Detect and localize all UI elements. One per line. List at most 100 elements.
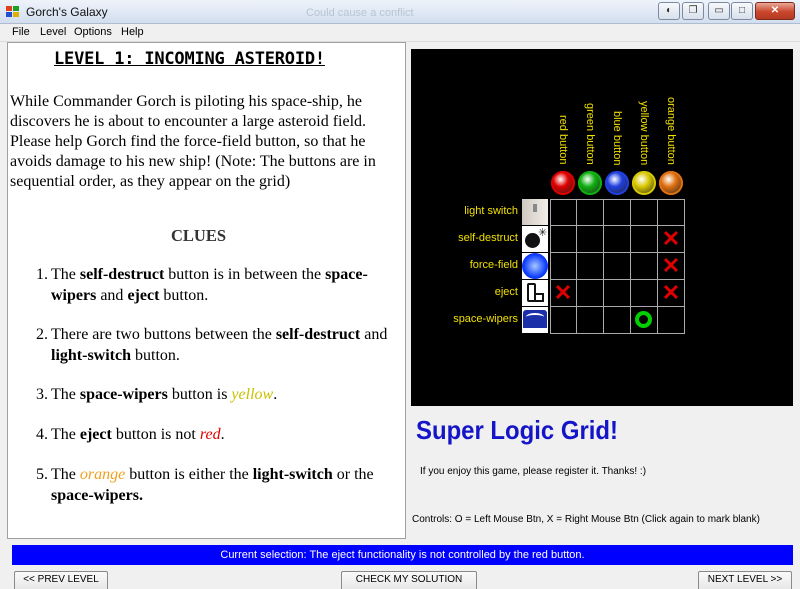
- circle-mark-icon: [635, 311, 652, 328]
- menu-file[interactable]: File: [12, 26, 30, 38]
- grid-cell[interactable]: [550, 226, 577, 253]
- grid-cell[interactable]: [658, 307, 685, 334]
- grid-cell[interactable]: [577, 280, 604, 307]
- bomb-icon: ✳: [522, 226, 548, 252]
- space-wipers-icon: [522, 307, 548, 333]
- register-message: If you enjoy this game, please register …: [420, 466, 647, 477]
- puzzle-description-panel: LEVEL 1: INCOMING ASTEROID! While Comman…: [7, 42, 406, 539]
- clue-fragment: button.: [131, 347, 180, 364]
- light-switch-icon: [522, 199, 548, 225]
- grid-cell[interactable]: [631, 226, 658, 253]
- grid-cell[interactable]: [631, 199, 658, 226]
- clue-fragment: and: [96, 287, 128, 304]
- cross-mark-icon: ✕: [553, 280, 573, 305]
- check-solution-button[interactable]: CHECK MY SOLUTION: [341, 571, 477, 589]
- clue-number: 2.: [36, 326, 48, 343]
- clue-fragment: The: [51, 266, 80, 283]
- clue-fragment: and: [360, 326, 388, 343]
- color-button-icon: [659, 171, 683, 195]
- grid-cell[interactable]: [550, 307, 577, 334]
- app-icon: [6, 6, 20, 18]
- minimize-button[interactable]: ▭: [708, 2, 730, 20]
- next-level-button[interactable]: NEXT LEVEL >>: [698, 571, 792, 589]
- color-button-icon: [632, 171, 656, 195]
- grid-cell[interactable]: [631, 280, 658, 307]
- bottom-button-bar: << PREV LEVEL CHECK MY SOLUTION NEXT LEV…: [0, 568, 800, 589]
- grid-row-label: light switch: [464, 205, 518, 217]
- maximize-button[interactable]: □: [731, 2, 753, 20]
- clue-text: The space-wipers button is yellow.: [51, 384, 391, 405]
- window-title: Gorch's Galaxy: [26, 5, 108, 19]
- grid-cell[interactable]: [550, 199, 577, 226]
- grid-cell[interactable]: [631, 307, 658, 334]
- brand-title: Super Logic Grid!: [416, 415, 619, 445]
- clue-keyword: self-destruct: [79, 266, 165, 283]
- force-field-icon: [522, 253, 548, 279]
- clue-fragment: The: [51, 386, 80, 403]
- color-button-icon: [605, 171, 629, 195]
- grid-cell[interactable]: ✕: [658, 253, 685, 280]
- cross-mark-icon: ✕: [661, 226, 681, 251]
- clue-keyword: light-switch: [252, 466, 333, 483]
- color-button-icon: [551, 171, 575, 195]
- clues-heading: CLUES: [171, 226, 227, 245]
- grid-row-label: eject: [494, 286, 518, 298]
- grid-column-label: green button: [584, 103, 596, 165]
- grid-cell[interactable]: [658, 199, 685, 226]
- grid-cell[interactable]: [577, 226, 604, 253]
- clue-text: The orange button is either the light-sw…: [51, 464, 391, 506]
- view-toggle-icon[interactable]: ◐: [658, 2, 680, 20]
- current-selection-status: Current selection: The eject functionali…: [12, 545, 793, 565]
- clue-text: The self-destruct button is in between t…: [51, 264, 391, 306]
- grid-column-label: yellow button: [638, 100, 650, 165]
- eject-seat-icon: [522, 280, 548, 306]
- clue-fragment: .: [273, 386, 278, 403]
- menu-help[interactable]: Help: [121, 26, 144, 38]
- grid-cell[interactable]: [550, 253, 577, 280]
- clue-color-red: red: [199, 426, 221, 443]
- clue-fragment: button is: [167, 386, 232, 403]
- clue-color-yellow: yellow: [231, 386, 274, 403]
- grid-cell[interactable]: [604, 253, 631, 280]
- grid-cell[interactable]: [577, 253, 604, 280]
- clue-number: 3.: [36, 386, 48, 403]
- grid-cell[interactable]: [604, 280, 631, 307]
- grid-cell[interactable]: [577, 307, 604, 334]
- clue-keyword: eject: [127, 287, 160, 304]
- grid-cell[interactable]: [631, 253, 658, 280]
- grid-cell[interactable]: [604, 226, 631, 253]
- clue-fragment: There are two buttons between the: [51, 326, 276, 343]
- clue-number: 5.: [36, 466, 48, 483]
- grid-row-label: self-destruct: [458, 232, 518, 244]
- close-button[interactable]: ✕: [755, 2, 795, 20]
- menu-level[interactable]: Level: [40, 26, 66, 38]
- clue-fragment: The: [51, 426, 80, 443]
- clue-text: The eject button is not red.: [51, 424, 391, 445]
- grid-column-label: blue button: [611, 110, 623, 165]
- clue-text: There are two buttons between the self-d…: [51, 324, 391, 366]
- clue-keyword: eject: [79, 426, 112, 443]
- clue-fragment: .: [220, 426, 225, 443]
- grid-cell[interactable]: [577, 199, 604, 226]
- clue-fragment: button is not: [111, 426, 200, 443]
- clue-keyword: space-wipers.: [51, 487, 143, 504]
- clue-fragment: The: [51, 466, 80, 483]
- level-intro-text: While Commander Gorch is piloting his sp…: [10, 93, 376, 190]
- clue-fragment: or the: [332, 466, 374, 483]
- grid-cell[interactable]: [604, 307, 631, 334]
- menu-bar: File Level Options Help: [0, 24, 800, 42]
- background-window-title: Could cause a conflict: [306, 7, 414, 19]
- menu-options[interactable]: Options: [74, 26, 112, 38]
- clue-fragment: button is in between the: [164, 266, 326, 283]
- prev-level-button[interactable]: << PREV LEVEL: [14, 571, 108, 589]
- restore-pages-icon[interactable]: ❐: [682, 2, 704, 20]
- color-button-icon: [578, 171, 602, 195]
- logic-grid: red button green button blue button yellow …: [411, 49, 793, 406]
- logic-grid-panel: red button green button blue button yellow …: [408, 42, 793, 539]
- grid-cell[interactable]: ✕: [658, 226, 685, 253]
- grid-cell[interactable]: ✕: [658, 280, 685, 307]
- cross-mark-icon: ✕: [661, 253, 681, 278]
- grid-column-label: orange button: [665, 97, 677, 165]
- grid-cell[interactable]: [604, 199, 631, 226]
- grid-cell[interactable]: ✕: [550, 280, 577, 307]
